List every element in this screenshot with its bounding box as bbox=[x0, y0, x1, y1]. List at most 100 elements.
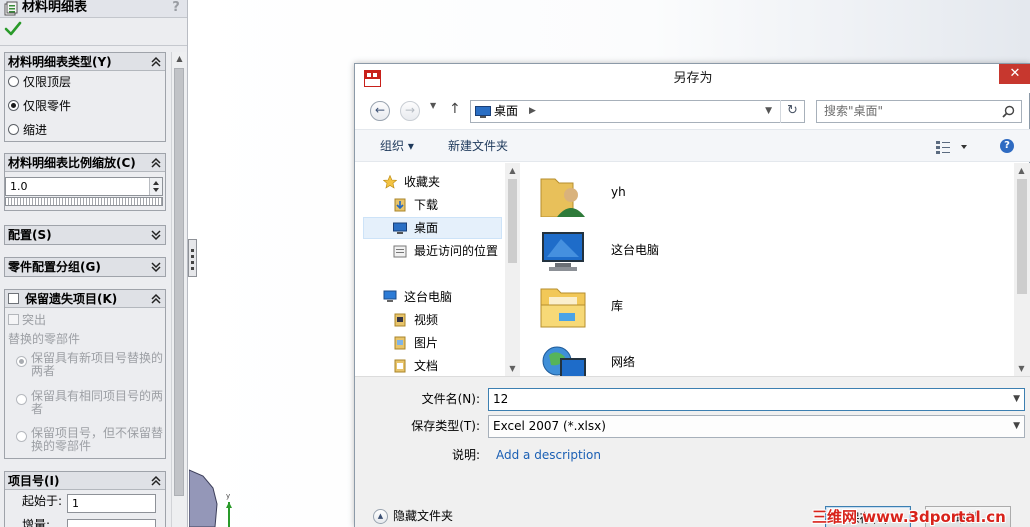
nav-desktop-label: 桌面 bbox=[414, 221, 439, 235]
help-icon[interactable]: ? bbox=[1000, 139, 1014, 153]
panel-splitter-handle[interactable] bbox=[188, 239, 197, 277]
scroll-up-arrow-icon[interactable]: ▲ bbox=[172, 52, 187, 66]
expand-down-icon[interactable] bbox=[150, 261, 162, 273]
recent-places-icon bbox=[393, 245, 407, 258]
search-input[interactable]: 搜索"桌面" bbox=[816, 100, 1022, 123]
close-icon[interactable]: ✕ bbox=[999, 64, 1030, 84]
grip-dot bbox=[191, 261, 194, 264]
radio-top-level[interactable]: 仅限顶层 bbox=[8, 73, 71, 91]
radio-button[interactable] bbox=[8, 76, 19, 87]
group-config-header[interactable]: 配置(S) bbox=[5, 226, 165, 244]
nav-pane-scrollbar[interactable]: ▲ ▼ bbox=[505, 163, 520, 376]
spin-buttons[interactable] bbox=[149, 178, 162, 195]
add-description-link[interactable]: Add a description bbox=[496, 445, 601, 465]
strikeout-checkbox[interactable] bbox=[8, 314, 19, 325]
collapse-up-icon[interactable] bbox=[150, 157, 162, 169]
group-part-config: 零件配置分组(G) bbox=[4, 257, 166, 277]
filename-dropdown-icon[interactable]: ▼ bbox=[1013, 389, 1020, 410]
history-dropdown-icon[interactable]: ▼ bbox=[430, 101, 436, 110]
option-new-item-number[interactable]: 保留具有新项目号替换的两者 bbox=[16, 352, 166, 382]
scale-spinner[interactable]: 1.0 bbox=[5, 177, 163, 196]
group-item-number-header[interactable]: 项目号(I) bbox=[5, 472, 165, 490]
save-form: 文件名(N): 12 ▼ 保存类型(T): Excel 2007 (*.xlsx… bbox=[355, 376, 1030, 527]
breadcrumb-chevron-icon[interactable]: ▶ bbox=[529, 101, 536, 122]
increment-input[interactable] bbox=[67, 519, 156, 527]
option-keep-item-number[interactable]: 保留项目号，但不保留替换的零部件 bbox=[16, 427, 166, 457]
pm-scroll-thumb[interactable] bbox=[174, 68, 184, 496]
view-options-icon[interactable] bbox=[935, 140, 969, 154]
address-text: 桌面 bbox=[494, 104, 519, 118]
collapse-up-icon[interactable] bbox=[150, 56, 162, 68]
up-arrow-icon[interactable]: ↑ bbox=[449, 102, 461, 116]
back-icon[interactable]: ← bbox=[370, 101, 390, 121]
option-new-item-number-label: 保留具有新项目号替换的两者 bbox=[31, 351, 164, 378]
radio-button[interactable] bbox=[16, 431, 27, 442]
model-fragment: y bbox=[189, 469, 232, 527]
radio-button[interactable] bbox=[8, 124, 19, 135]
strikeout-checkbox-row[interactable]: 突出 bbox=[8, 312, 46, 328]
search-icon[interactable] bbox=[1002, 105, 1015, 118]
radio-indented[interactable]: 缩进 bbox=[8, 121, 47, 139]
scroll-up-arrow-icon[interactable]: ▲ bbox=[1014, 163, 1029, 178]
scroll-down-arrow-icon[interactable]: ▼ bbox=[505, 361, 520, 376]
svg-text:y: y bbox=[226, 492, 230, 500]
pm-scrollbar[interactable]: ▲ bbox=[171, 52, 186, 527]
ok-check-icon[interactable] bbox=[4, 21, 22, 37]
file-list-scrollbar[interactable]: ▲ ▼ bbox=[1014, 163, 1030, 376]
new-folder-button[interactable]: 新建文件夹 bbox=[448, 130, 508, 162]
dialog-titlebar[interactable]: 另存为 ✕ bbox=[355, 64, 1030, 93]
radio-button[interactable] bbox=[16, 394, 27, 405]
organize-menu[interactable]: 组织 ▾ bbox=[380, 130, 414, 162]
filetype-select[interactable]: Excel 2007 (*.xlsx) ▼ bbox=[488, 415, 1025, 438]
file-this-pc-label: 这台电脑 bbox=[611, 243, 660, 257]
refresh-icon[interactable]: ↻ bbox=[780, 100, 804, 123]
file-item-this-pc[interactable]: 这台电脑 bbox=[539, 223, 839, 275]
grip-dot bbox=[191, 255, 194, 258]
network-icon bbox=[542, 346, 586, 376]
replaced-components-label: 替换的零部件 bbox=[8, 332, 81, 346]
watermark: 三维网 www.3dportal.cn bbox=[812, 508, 1006, 526]
desktop-icon bbox=[475, 106, 491, 118]
radio-button-selected[interactable] bbox=[8, 100, 19, 111]
group-part-config-header[interactable]: 零件配置分组(G) bbox=[5, 258, 165, 276]
file-item-user-folder[interactable]: yh bbox=[539, 167, 839, 219]
nav-this-pc-label: 这台电脑 bbox=[404, 290, 453, 304]
start-at-input[interactable]: 1 bbox=[67, 494, 156, 513]
group-item-number-label: 项目号(I) bbox=[8, 474, 60, 488]
group-keep-missing-header[interactable]: 保留遗失项目(K) bbox=[5, 290, 165, 308]
filetype-dropdown-icon[interactable]: ▼ bbox=[1013, 416, 1020, 437]
file-item-libraries[interactable]: 库 bbox=[539, 279, 839, 331]
file-list: yh 这台电脑 库 网络 bbox=[521, 163, 1014, 376]
nav-scroll-thumb[interactable] bbox=[508, 179, 517, 263]
pm-separator bbox=[0, 45, 187, 46]
group-scale-label: 材料明细表比例缩放(C) bbox=[8, 156, 136, 170]
expand-down-icon[interactable] bbox=[150, 229, 162, 241]
filetype-label: 保存类型(T): bbox=[411, 419, 480, 433]
option-same-item-number[interactable]: 保留具有相同项目号的两者 bbox=[16, 390, 166, 420]
scroll-down-arrow-icon[interactable]: ▼ bbox=[1014, 361, 1029, 376]
scale-slider[interactable] bbox=[5, 197, 163, 206]
collapse-up-icon[interactable] bbox=[150, 293, 162, 305]
forward-icon[interactable]: → bbox=[400, 101, 420, 121]
hide-folders-toggle[interactable]: ▲ 隐藏文件夹 bbox=[373, 507, 453, 525]
collapse-up-icon[interactable] bbox=[150, 475, 162, 487]
chevron-up-icon[interactable]: ▲ bbox=[373, 509, 388, 524]
scroll-up-arrow-icon[interactable]: ▲ bbox=[505, 163, 520, 178]
address-dropdown-icon[interactable]: ▼ bbox=[765, 101, 772, 122]
filename-input[interactable]: 12 ▼ bbox=[488, 388, 1025, 411]
address-bar[interactable]: 桌面 ▶ ▼ bbox=[470, 100, 805, 123]
file-list-scroll-thumb[interactable] bbox=[1017, 179, 1027, 294]
spin-arrows-icon[interactable] bbox=[150, 178, 162, 195]
group-bom-type-header[interactable]: 材料明细表类型(Y) bbox=[5, 53, 165, 71]
file-item-network[interactable]: 网络 bbox=[539, 335, 839, 376]
keep-missing-checkbox[interactable] bbox=[8, 293, 19, 304]
dialog-toolbar: 组织 ▾ 新建文件夹 ? bbox=[355, 129, 1030, 162]
pm-titlebar: 材料明细表 ? bbox=[0, 0, 187, 18]
group-keep-missing-label: 保留遗失项目(K) bbox=[25, 292, 118, 306]
radio-top-level-label: 仅限顶层 bbox=[23, 75, 72, 89]
radio-button-selected[interactable] bbox=[16, 356, 27, 367]
group-scale-header[interactable]: 材料明细表比例缩放(C) bbox=[5, 154, 165, 172]
pm-help-icon[interactable]: ? bbox=[170, 0, 182, 16]
radio-parts-only[interactable]: 仅限零件 bbox=[8, 97, 71, 115]
nav-documents-label: 文档 bbox=[414, 359, 439, 373]
